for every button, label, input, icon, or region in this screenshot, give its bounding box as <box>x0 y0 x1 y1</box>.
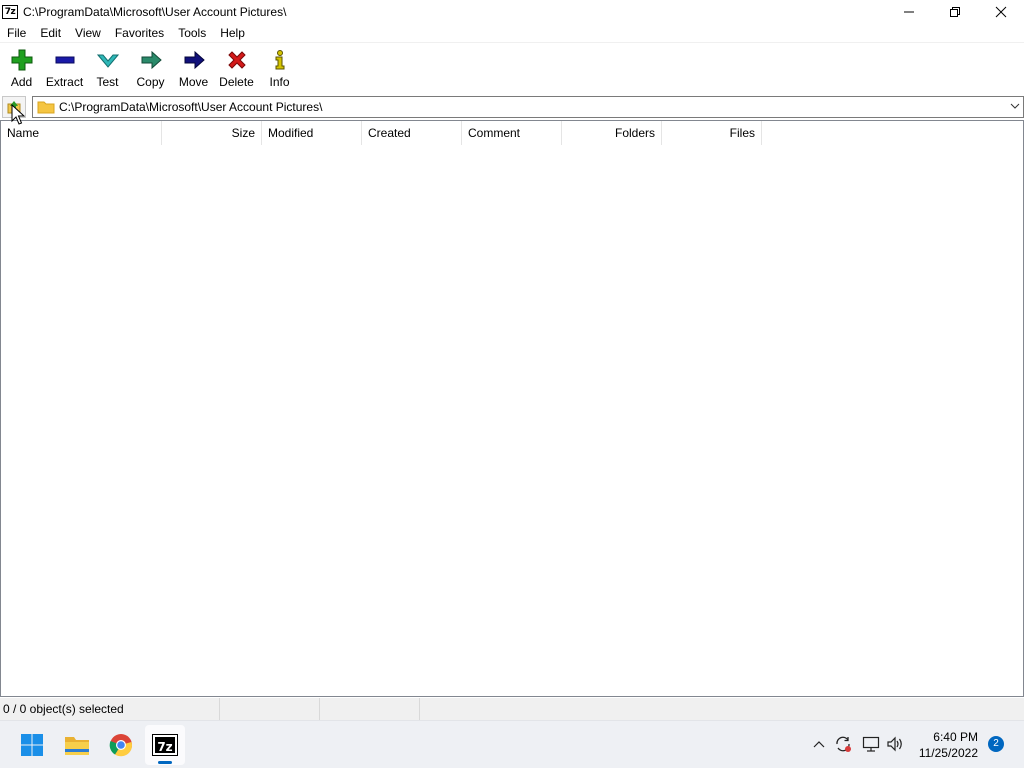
status-cell-3 <box>320 698 420 720</box>
minimize-icon <box>904 11 914 12</box>
restore-icon <box>950 6 960 17</box>
delete-label: Delete <box>219 75 254 89</box>
column-files[interactable]: Files <box>662 121 762 145</box>
active-app-indicator <box>158 761 172 764</box>
file-explorer-taskbar-button[interactable] <box>57 725 97 765</box>
test-button[interactable]: Test <box>86 44 129 94</box>
notification-badge[interactable]: 2 <box>988 736 1004 752</box>
copy-label: Copy <box>136 75 165 89</box>
add-icon <box>10 48 34 72</box>
copy-button[interactable]: Copy <box>129 44 172 94</box>
menu-help[interactable]: Help <box>213 23 252 43</box>
info-icon <box>268 48 292 72</box>
column-name[interactable]: Name <box>1 121 162 145</box>
info-button[interactable]: Info <box>258 44 301 94</box>
extract-button[interactable]: Extract <box>43 44 86 94</box>
move-button[interactable]: Move <box>172 44 215 94</box>
clock-time: 6:40 PM <box>933 730 978 744</box>
restore-button[interactable] <box>932 0 978 23</box>
status-cell-2 <box>220 698 320 720</box>
menu-view[interactable]: View <box>68 23 108 43</box>
test-icon <box>96 48 120 72</box>
move-label: Move <box>178 75 209 89</box>
show-hidden-icons-button[interactable] <box>808 733 830 755</box>
mouse-pointer-icon <box>11 104 25 125</box>
column-modified[interactable]: Modified <box>262 121 362 145</box>
window-title: C:\ProgramData\Microsoft\User Account Pi… <box>23 4 287 19</box>
chevron-down-icon[interactable] <box>1010 101 1020 111</box>
sync-tray-button[interactable] <box>832 733 854 755</box>
extract-label: Extract <box>45 75 84 89</box>
info-label: Info <box>269 75 290 89</box>
minimize-button[interactable] <box>886 0 932 23</box>
7zip-icon: 7z <box>152 734 178 756</box>
delete-icon <box>225 48 249 72</box>
file-explorer-icon <box>65 737 89 755</box>
menu-file[interactable]: File <box>0 23 33 43</box>
column-size[interactable]: Size <box>162 121 262 145</box>
address-row: C:\ProgramData\Microsoft\User Account Pi… <box>0 95 1024 119</box>
title-bar: 7z C:\ProgramData\Microsoft\User Account… <box>0 0 1024 23</box>
taskbar: 7z 6:40 PM 11/25/2022 2 <box>0 720 1024 768</box>
file-list[interactable]: Name Size Modified Created Comment Folde… <box>0 120 1024 697</box>
7zip-taskbar-button[interactable]: 7z <box>145 725 185 765</box>
chevron-up-icon <box>813 741 825 748</box>
chrome-icon <box>109 734 133 757</box>
windows-start-icon <box>21 734 43 756</box>
close-icon <box>995 6 1007 17</box>
menu-bar: File Edit View Favorites Tools Help <box>0 23 1024 43</box>
column-folders[interactable]: Folders <box>562 121 662 145</box>
toolbar: Add Extract Test Copy Move Delete Info <box>0 44 1024 94</box>
menu-favorites[interactable]: Favorites <box>108 23 171 43</box>
status-selection: 0 / 0 object(s) selected <box>0 698 220 720</box>
status-bar: 0 / 0 object(s) selected <box>0 698 1024 720</box>
network-tray-button[interactable] <box>860 733 882 755</box>
address-path: C:\ProgramData\Microsoft\User Account Pi… <box>59 100 323 114</box>
add-button[interactable]: Add <box>0 44 43 94</box>
close-button[interactable] <box>978 0 1024 23</box>
copy-icon <box>139 48 163 72</box>
add-label: Add <box>10 75 33 89</box>
menu-tools[interactable]: Tools <box>171 23 213 43</box>
address-bar[interactable]: C:\ProgramData\Microsoft\User Account Pi… <box>32 96 1024 118</box>
folder-icon <box>37 101 55 114</box>
delete-button[interactable]: Delete <box>215 44 258 94</box>
clock[interactable]: 6:40 PM 11/25/2022 <box>919 729 978 761</box>
7zip-app-icon: 7z <box>2 4 18 19</box>
window-controls <box>886 0 1024 23</box>
status-cell-4 <box>420 698 1024 720</box>
volume-tray-button[interactable] <box>884 733 906 755</box>
chrome-taskbar-button[interactable] <box>101 725 141 765</box>
move-icon <box>182 48 206 72</box>
column-comment[interactable]: Comment <box>462 121 562 145</box>
network-icon <box>862 736 880 752</box>
extract-icon <box>53 48 77 72</box>
clock-date: 11/25/2022 <box>918 746 978 760</box>
volume-icon <box>887 736 902 752</box>
test-label: Test <box>96 75 119 89</box>
column-header: Name Size Modified Created Comment Folde… <box>1 121 762 145</box>
column-created[interactable]: Created <box>362 121 462 145</box>
menu-edit[interactable]: Edit <box>33 23 68 43</box>
sync-icon <box>836 736 851 752</box>
start-button[interactable] <box>12 725 52 765</box>
